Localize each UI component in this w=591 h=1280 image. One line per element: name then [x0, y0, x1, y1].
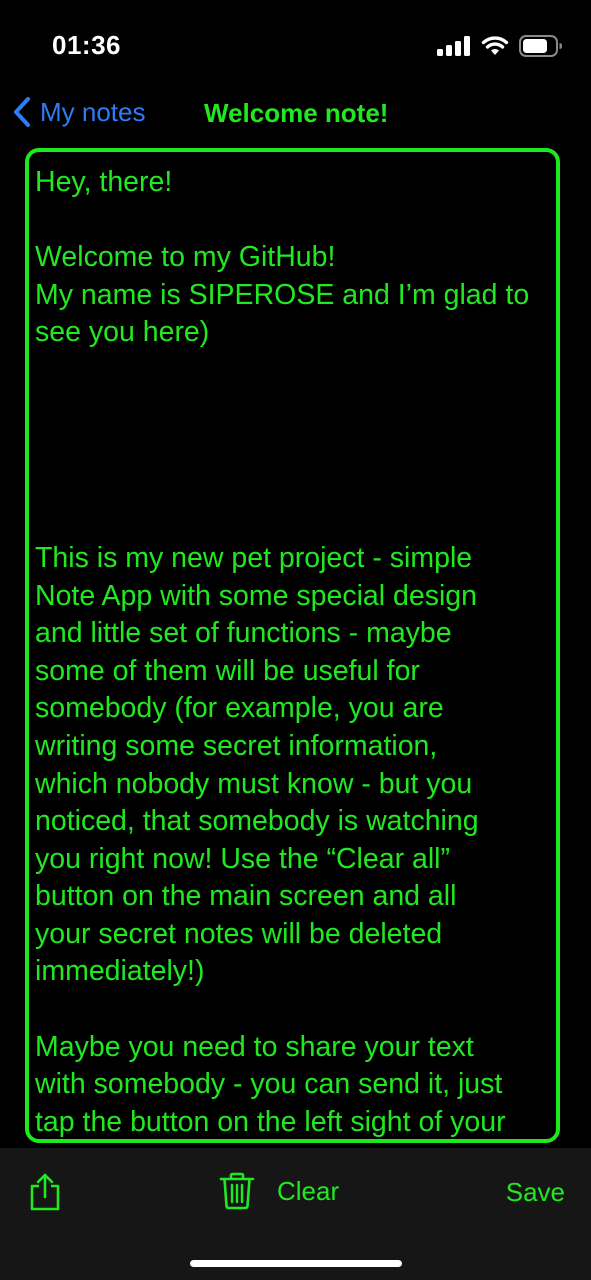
- trash-icon: [219, 1172, 255, 1210]
- back-button[interactable]: My notes: [12, 96, 146, 128]
- cellular-signal-icon: [437, 36, 470, 56]
- save-button[interactable]: Save: [506, 1177, 565, 1208]
- status-icons: [437, 35, 563, 57]
- navigation-bar: My notes Welcome note!: [0, 92, 591, 138]
- share-button[interactable]: [28, 1172, 62, 1217]
- status-time: 01:36: [52, 30, 121, 60]
- home-indicator[interactable]: [190, 1260, 402, 1267]
- page-title: Welcome note!: [204, 98, 389, 128]
- battery-icon: [519, 35, 562, 57]
- clear-button-label: Clear: [277, 1175, 340, 1206]
- share-icon: [30, 1173, 60, 1211]
- clear-button[interactable]: Clear: [219, 1172, 339, 1210]
- status-bar: 01:36: [0, 0, 591, 92]
- back-button-label: My notes: [40, 96, 146, 127]
- note-text[interactable]: Hey, there! Welcome to my GitHub! My nam…: [35, 164, 556, 1139]
- note-editor[interactable]: Hey, there! Welcome to my GitHub! My nam…: [25, 148, 560, 1143]
- wifi-icon: [481, 36, 509, 55]
- chevron-left-icon: [14, 97, 30, 127]
